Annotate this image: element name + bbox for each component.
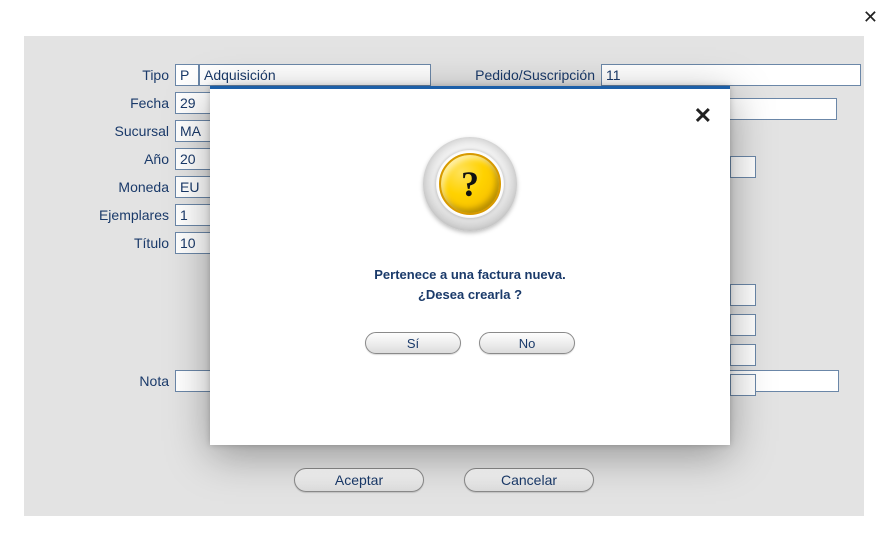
confirm-dialog: ✕ ? Pertenece a una factura nueva. ¿Dese…: [210, 86, 730, 445]
question-icon: ?: [423, 137, 517, 231]
dialog-icon-wrap: ?: [210, 137, 730, 231]
dialog-message-line2: ¿Desea crearla ?: [210, 285, 730, 305]
dialog-close-icon[interactable]: ✕: [694, 105, 712, 127]
dialog-no-button[interactable]: No: [479, 332, 575, 354]
dialog-yes-button[interactable]: Sí: [365, 332, 461, 354]
dialog-message-line1: Pertenece a una factura nueva.: [210, 265, 730, 285]
modal-overlay: ✕ ? Pertenece a una factura nueva. ¿Dese…: [0, 0, 890, 537]
dialog-message: Pertenece a una factura nueva. ¿Desea cr…: [210, 265, 730, 304]
dialog-button-bar: Sí No: [210, 332, 730, 354]
